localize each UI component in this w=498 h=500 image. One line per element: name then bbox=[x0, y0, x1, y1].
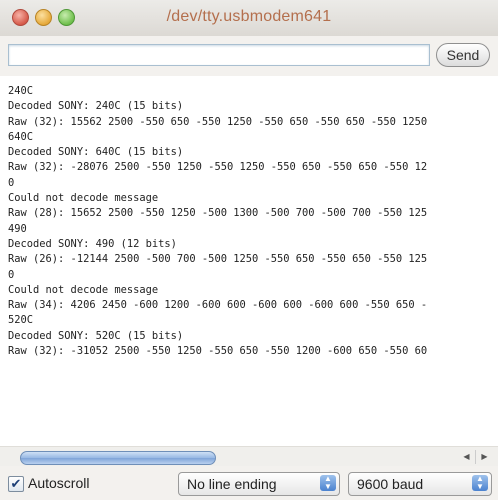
scroll-left-arrow-icon[interactable]: ◀ bbox=[458, 450, 476, 464]
send-row: Send bbox=[0, 36, 498, 76]
baud-rate-value: 9600 baud bbox=[357, 476, 424, 492]
up-down-arrows-icon: ▲ ▼ bbox=[472, 475, 488, 491]
output-line: Decoded SONY: 640C (15 bits) bbox=[8, 146, 184, 159]
footer-bar: ✔ Autoscroll No line ending ▲ ▼ 9600 baud… bbox=[0, 466, 498, 500]
output-line: 490 bbox=[8, 222, 27, 235]
output-line: Could not decode message bbox=[8, 283, 159, 296]
autoscroll-checkbox[interactable]: ✔ bbox=[8, 476, 24, 492]
send-button[interactable]: Send bbox=[436, 43, 490, 67]
output-line: 0 bbox=[8, 268, 15, 281]
scroll-arrows: ◀ ▶ bbox=[458, 450, 494, 464]
output-line: 0 bbox=[8, 176, 15, 189]
scrollbar-thumb[interactable] bbox=[20, 451, 216, 465]
output-text: 240C Decoded SONY: 240C (15 bits) Raw (32)… bbox=[8, 84, 498, 359]
up-down-arrows-icon: ▲ ▼ bbox=[320, 475, 336, 491]
output-line: Raw (32): -28076 2500 -550 1250 -550 125… bbox=[8, 161, 428, 174]
output-line: Raw (32): 15562 2500 -550 650 -550 1250 … bbox=[8, 115, 428, 128]
line-ending-value: No line ending bbox=[187, 476, 277, 492]
autoscroll-label: Autoscroll bbox=[28, 475, 90, 491]
output-line: 520C bbox=[8, 314, 34, 327]
output-line: 640C bbox=[8, 130, 34, 143]
output-line: 240C bbox=[8, 85, 34, 97]
window-title: /dev/tty.usbmodem641 bbox=[166, 8, 332, 25]
title-bar: /dev/tty.usbmodem641 bbox=[0, 0, 498, 37]
scroll-right-arrow-icon[interactable]: ▶ bbox=[476, 450, 493, 464]
baud-rate-select[interactable]: 9600 baud ▲ ▼ bbox=[348, 472, 492, 496]
checkmark-icon: ✔ bbox=[10, 476, 22, 491]
output-line: Decoded SONY: 240C (15 bits) bbox=[8, 100, 184, 113]
line-ending-select[interactable]: No line ending ▲ ▼ bbox=[178, 472, 340, 496]
serial-input[interactable] bbox=[8, 44, 430, 66]
output-line: Raw (26): -12144 2500 -500 700 -500 1250… bbox=[8, 253, 428, 266]
output-line: Raw (32): -31052 2500 -550 1250 -550 650… bbox=[8, 345, 428, 358]
serial-output[interactable]: 240C Decoded SONY: 240C (15 bits) Raw (32)… bbox=[0, 76, 498, 470]
output-line: Raw (28): 15652 2500 -550 1250 -500 1300… bbox=[8, 207, 428, 220]
output-line: Could not decode message bbox=[8, 192, 159, 205]
output-line: Decoded SONY: 490 (12 bits) bbox=[8, 237, 177, 250]
horizontal-scrollbar[interactable]: ◀ ▶ bbox=[0, 446, 498, 467]
output-line: Raw (34): 4206 2450 -600 1200 -600 600 -… bbox=[8, 299, 428, 312]
output-line: Decoded SONY: 520C (15 bits) bbox=[8, 329, 184, 342]
serial-monitor-window: /dev/tty.usbmodem641 Send 240C Decoded SO… bbox=[0, 0, 498, 500]
